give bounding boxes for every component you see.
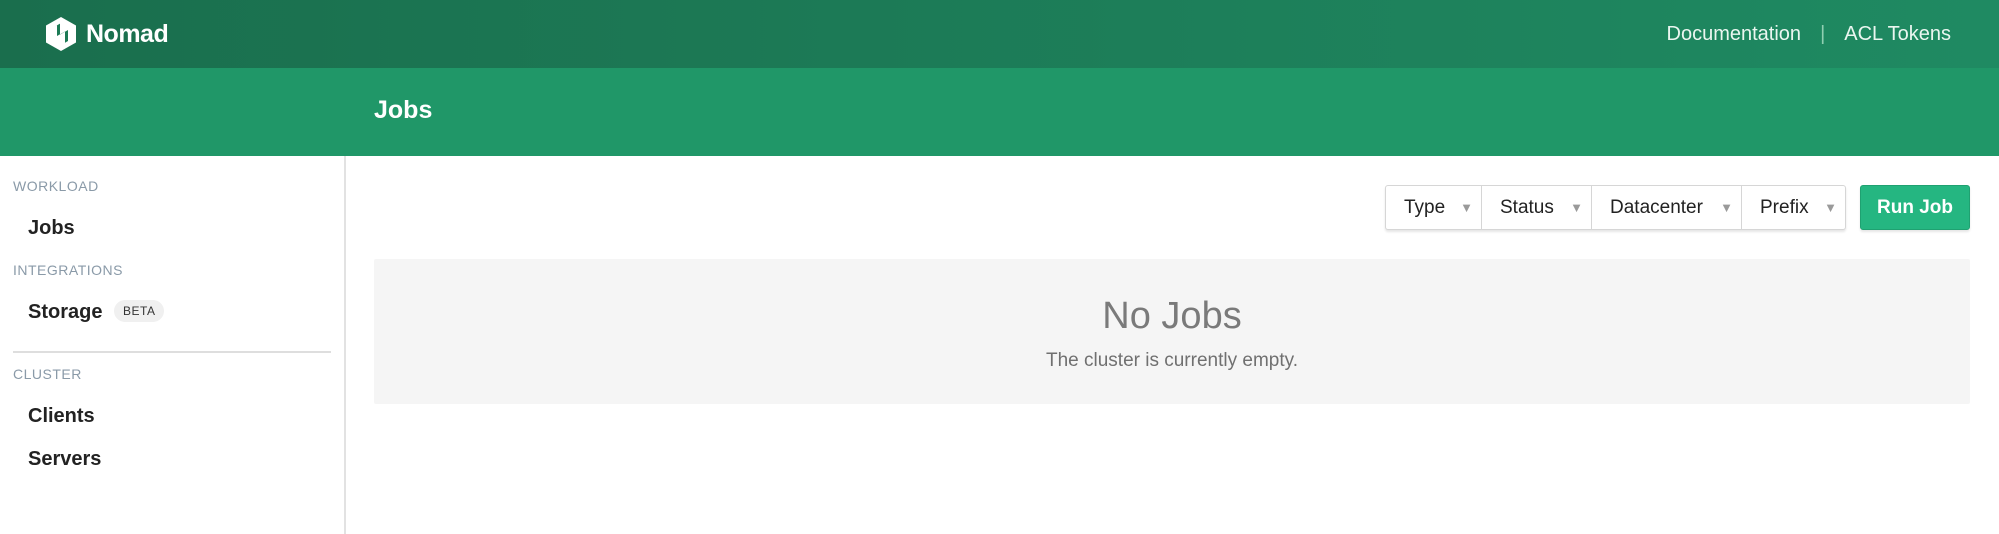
sidebar-item-servers[interactable]: Servers xyxy=(28,448,101,471)
empty-state-title: No Jobs xyxy=(1102,295,1242,337)
sidebar-section-cluster: CLUSTER xyxy=(13,366,82,382)
top-navigation: Nomad Documentation | ACL Tokens xyxy=(0,0,1999,68)
datacenter-filter-label: Datacenter xyxy=(1610,196,1703,218)
status-filter-dropdown[interactable]: Status ▼ xyxy=(1482,186,1592,229)
status-filter-label: Status xyxy=(1500,196,1554,218)
job-filters: Type ▼ Status ▼ Datacenter ▼ Prefix ▼ xyxy=(1385,185,1846,230)
prefix-filter-label: Prefix xyxy=(1760,196,1809,218)
run-job-button[interactable]: Run Job xyxy=(1860,185,1970,230)
sidebar-section-workload: WORKLOAD xyxy=(13,178,99,194)
brand-home-link[interactable]: Nomad xyxy=(44,16,169,52)
caret-down-icon: ▼ xyxy=(1720,200,1733,215)
sidebar-section-integrations: INTEGRATIONS xyxy=(13,262,123,278)
acl-tokens-link[interactable]: ACL Tokens xyxy=(1844,23,1951,46)
prefix-filter-dropdown[interactable]: Prefix ▼ xyxy=(1742,186,1845,229)
caret-down-icon: ▼ xyxy=(1570,200,1583,215)
empty-state: No Jobs The cluster is currently empty. xyxy=(374,259,1970,404)
documentation-link[interactable]: Documentation xyxy=(1667,23,1802,46)
page-header: Jobs xyxy=(0,68,1999,156)
topnav-links: Documentation | ACL Tokens xyxy=(1667,0,1951,68)
beta-badge: BETA xyxy=(114,300,165,322)
type-filter-label: Type xyxy=(1404,196,1446,218)
sidebar-item-storage[interactable]: Storage xyxy=(28,301,102,324)
sidebar-item-jobs[interactable]: Jobs xyxy=(28,217,75,240)
datacenter-filter-dropdown[interactable]: Datacenter ▼ xyxy=(1592,186,1742,229)
empty-state-message: The cluster is currently empty. xyxy=(1045,350,1298,371)
type-filter-dropdown[interactable]: Type ▼ xyxy=(1386,186,1482,229)
sidebar-item-clients[interactable]: Clients xyxy=(28,405,95,428)
page-title: Jobs xyxy=(374,96,433,124)
nomad-logo-icon xyxy=(46,17,76,51)
sidebar: WORKLOAD Jobs INTEGRATIONS Storage BETA … xyxy=(0,156,346,534)
brand-name: Nomad xyxy=(86,19,169,48)
sidebar-divider xyxy=(13,351,331,353)
topnav-separator: | xyxy=(1820,22,1826,45)
caret-down-icon: ▼ xyxy=(1460,200,1473,215)
caret-down-icon: ▼ xyxy=(1824,200,1837,215)
